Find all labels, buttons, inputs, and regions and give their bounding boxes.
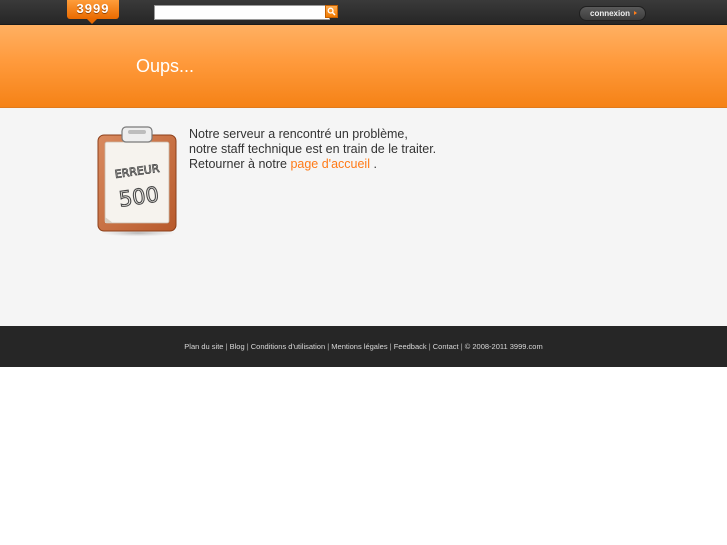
footer-link-feedback[interactable]: Feedback [394,342,427,351]
footer-link-mentions-legales[interactable]: Mentions légales [331,342,387,351]
footer-link-conditions[interactable]: Conditions d'utilisation [251,342,325,351]
footer-links: Plan du site | Blog | Conditions d'utili… [0,342,727,351]
home-link[interactable]: page d'accueil [290,157,370,171]
connexion-label: connexion [590,9,631,18]
search-input[interactable] [154,5,330,20]
site-logo[interactable]: 3999 [67,0,119,19]
error-message: Notre serveur a rencontré un problème, n… [189,127,436,172]
footer-copyright: © 2008-2011 3999.com [464,342,543,351]
triangle-right-icon [634,11,637,15]
logo-tail [87,19,97,24]
error-line-1: Notre serveur a rencontré un problème, [189,127,408,141]
footer-link-plan-du-site[interactable]: Plan du site [184,342,223,351]
return-suffix: . [369,157,377,171]
search-icon [327,7,336,16]
search-button[interactable] [325,5,338,18]
top-bar: 3999 connexion [0,0,727,25]
footer-link-blog[interactable]: Blog [230,342,245,351]
connexion-button[interactable]: connexion [579,6,646,21]
footer-link-contact[interactable]: Contact [433,342,459,351]
clipboard-error-icon: ERREUR 500 [97,126,177,237]
main-content: ERREUR 500 Notre serveur a rencontré un … [0,108,727,326]
page-banner: Oups... [0,25,727,108]
return-text: Retourner à notre [189,157,291,171]
error-line-2: notre staff technique est en train de le… [189,142,437,156]
footer: Plan du site | Blog | Conditions d'utili… [0,326,727,367]
page-title: Oups... [136,56,195,76]
error-line-3: Retourner à notre page d'accueil . [189,157,436,172]
